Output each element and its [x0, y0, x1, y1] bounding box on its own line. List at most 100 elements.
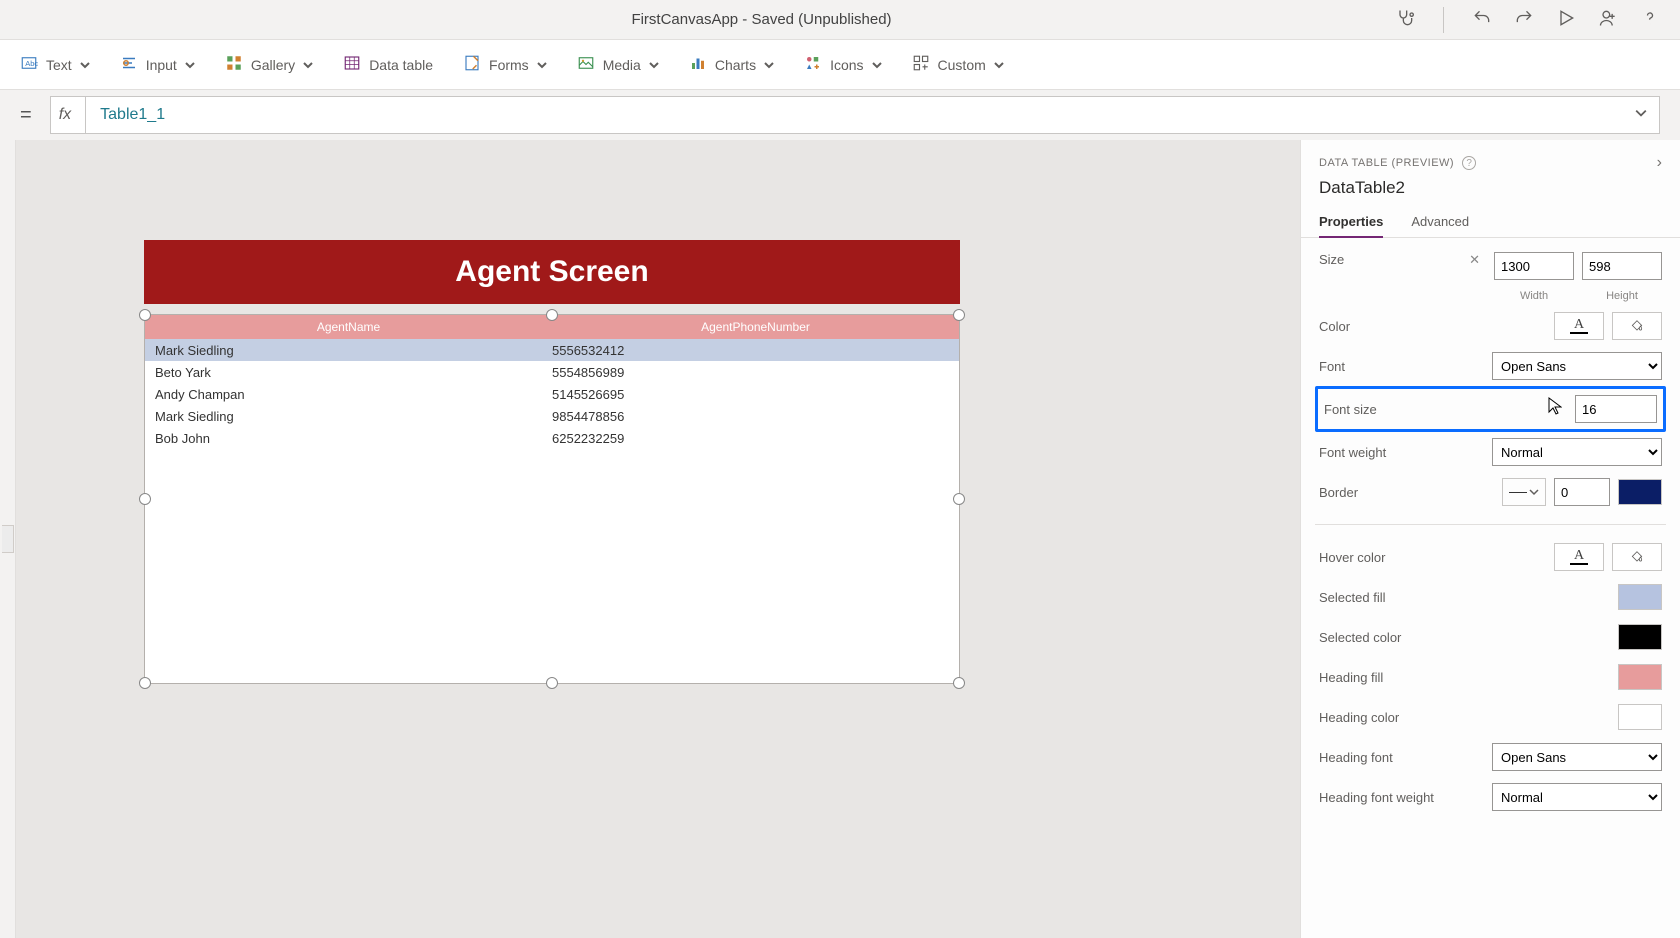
ribbon-custom[interactable]: Custom [912, 54, 1004, 75]
ribbon-icons-label: Icons [830, 57, 863, 73]
resize-handle[interactable] [953, 493, 965, 505]
column-header[interactable]: AgentName [145, 320, 552, 334]
resize-handle[interactable] [953, 309, 965, 321]
datatable-selection[interactable]: AgentName AgentPhoneNumber Mark Siedling… [144, 314, 960, 684]
panel-header: DATA TABLE (PREVIEW) ? › [1301, 140, 1680, 178]
cell-agent-phone: 5145526695 [552, 387, 959, 402]
prop-heading-font-weight: Heading font weight Normal [1315, 777, 1666, 817]
prop-color: Color A [1315, 306, 1666, 346]
screen-header: Agent Screen [144, 240, 960, 304]
svg-text:Abc: Abc [25, 59, 38, 68]
font-select[interactable]: Open Sans [1492, 352, 1662, 380]
width-label: Width [1494, 290, 1574, 302]
font-weight-select[interactable]: Normal [1492, 438, 1662, 466]
resize-handle[interactable] [546, 309, 558, 321]
heading-font-weight-select[interactable]: Normal [1492, 783, 1662, 811]
border-width-input[interactable] [1554, 478, 1610, 506]
ribbon-gallery[interactable]: Gallery [225, 54, 313, 75]
table-row[interactable]: Mark Siedling5556532412 [145, 339, 959, 361]
chevron-down-icon [80, 57, 90, 73]
selected-color-swatch[interactable] [1618, 624, 1662, 650]
prop-hover-color: Hover color A [1315, 537, 1666, 577]
ribbon-input[interactable]: Input [120, 54, 195, 75]
ribbon-media[interactable]: Media [577, 54, 659, 75]
heading-color-swatch[interactable] [1618, 704, 1662, 730]
font-size-input[interactable] [1575, 395, 1657, 423]
heading-fill-swatch[interactable] [1618, 664, 1662, 690]
undo-icon[interactable] [1472, 8, 1492, 32]
size-height-input[interactable] [1582, 252, 1662, 280]
prop-label: Font weight [1319, 445, 1492, 460]
redo-icon[interactable] [1514, 8, 1534, 32]
border-color-swatch[interactable] [1618, 479, 1662, 505]
table-row[interactable]: Mark Siedling9854478856 [145, 405, 959, 427]
text-icon: Abc [20, 54, 38, 75]
cell-agent-phone: 9854478856 [552, 409, 959, 424]
title-bar: FirstCanvasApp - Saved (Unpublished) [0, 0, 1680, 40]
ribbon-icons[interactable]: Icons [804, 54, 881, 75]
chevron-down-icon[interactable] [1635, 106, 1647, 124]
help-icon[interactable]: ? [1462, 156, 1476, 170]
prop-label: Selected fill [1319, 590, 1618, 605]
cell-agent-name: Mark Siedling [145, 343, 552, 358]
custom-icon [912, 54, 930, 75]
canvas[interactable]: Agent Screen AgentName AgentPhoneNumber … [16, 140, 1300, 938]
resize-handle[interactable] [953, 677, 965, 689]
prop-label: Size [1319, 252, 1494, 267]
divider [1315, 524, 1666, 525]
play-icon[interactable] [1556, 8, 1576, 32]
resize-handle[interactable] [139, 677, 151, 689]
tab-advanced[interactable]: Advanced [1411, 206, 1469, 237]
hover-text-color-button[interactable]: A [1554, 543, 1604, 571]
ribbon-datatable[interactable]: Data table [343, 54, 433, 75]
size-width-input[interactable] [1494, 252, 1574, 280]
cell-agent-phone: 5554856989 [552, 365, 959, 380]
prop-label: Color [1319, 319, 1554, 334]
prop-label: Heading color [1319, 710, 1618, 725]
prop-label: Font [1319, 359, 1492, 374]
text-color-button[interactable]: A [1554, 312, 1604, 340]
ribbon-forms[interactable]: Forms [463, 54, 547, 75]
tab-properties[interactable]: Properties [1319, 206, 1383, 237]
ribbon-charts-label: Charts [715, 57, 756, 73]
ribbon-gallery-label: Gallery [251, 57, 295, 73]
chevron-down-icon [303, 57, 313, 73]
help-icon[interactable] [1640, 8, 1660, 32]
icons-icon [804, 54, 822, 75]
prop-label: Heading font weight [1319, 790, 1492, 805]
prop-label: Selected color [1319, 630, 1618, 645]
selected-fill-swatch[interactable] [1618, 584, 1662, 610]
fx-dropdown[interactable]: fx [50, 96, 85, 134]
user-icon[interactable] [1598, 8, 1618, 32]
ribbon-toolbar: Abc Text Input Gallery Data table Forms … [0, 40, 1680, 90]
canvas-stage: Agent Screen AgentName AgentPhoneNumber … [144, 240, 960, 700]
border-style-select[interactable] [1502, 478, 1546, 506]
equals-label: = [20, 104, 32, 127]
prop-label: Heading font [1319, 750, 1492, 765]
column-header[interactable]: AgentPhoneNumber [552, 320, 959, 334]
separator [1443, 7, 1444, 33]
heading-font-select[interactable]: Open Sans [1492, 743, 1662, 771]
fill-color-button[interactable] [1612, 312, 1662, 340]
cell-agent-name: Andy Champan [145, 387, 552, 402]
table-row[interactable]: Bob John6252232259 [145, 427, 959, 449]
ribbon-text-label: Text [46, 57, 72, 73]
table-row[interactable]: Andy Champan5145526695 [145, 383, 959, 405]
forms-icon [463, 54, 481, 75]
left-rail [0, 140, 16, 938]
formula-expression: Table1_1 [100, 106, 165, 124]
stethoscope-icon[interactable] [1395, 8, 1415, 32]
hover-fill-color-button[interactable] [1612, 543, 1662, 571]
table-row[interactable]: Beto Yark5554856989 [145, 361, 959, 383]
close-icon[interactable]: ✕ [1469, 252, 1480, 268]
chevron-right-icon[interactable]: › [1657, 154, 1662, 172]
resize-handle[interactable] [546, 677, 558, 689]
left-rail-expand[interactable] [2, 525, 14, 553]
ribbon-charts[interactable]: Charts [689, 54, 774, 75]
prop-font-weight: Font weight Normal [1315, 432, 1666, 472]
resize-handle[interactable] [139, 309, 151, 321]
resize-handle[interactable] [139, 493, 151, 505]
ribbon-text[interactable]: Abc Text [20, 54, 90, 75]
formula-input[interactable]: Table1_1 [85, 96, 1660, 134]
fx-label: fx [59, 106, 71, 124]
